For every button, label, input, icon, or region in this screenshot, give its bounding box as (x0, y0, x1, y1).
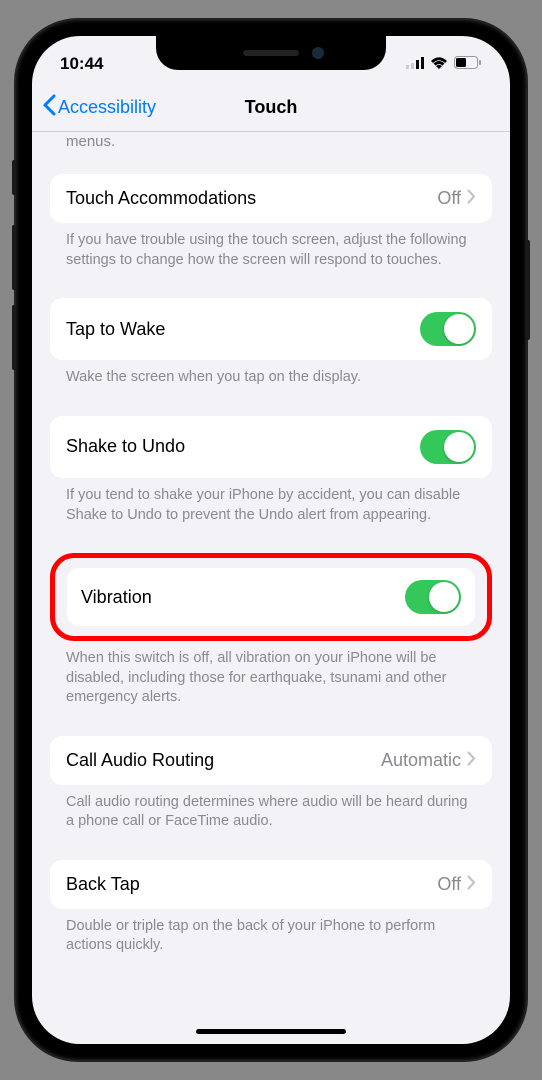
section-footer: Double or triple tap on the back of your… (50, 909, 492, 956)
shake-to-undo-row[interactable]: Shake to Undo (50, 416, 492, 478)
back-tap-row[interactable]: Back Tap Off (50, 860, 492, 909)
row-value: Off (437, 188, 461, 209)
phone-frame: 10:44 Accessibility Touch (16, 20, 526, 1060)
home-indicator[interactable] (196, 1029, 346, 1034)
shake-to-undo-toggle[interactable] (420, 430, 476, 464)
row-label: Shake to Undo (66, 436, 185, 457)
row-label: Call Audio Routing (66, 750, 214, 771)
row-label: Tap to Wake (66, 319, 165, 340)
truncated-footer: menus. (50, 132, 492, 158)
section-footer: Wake the screen when you tap on the disp… (50, 360, 492, 388)
front-camera (312, 47, 324, 59)
speaker (243, 50, 299, 56)
row-value: Off (437, 874, 461, 895)
status-time: 10:44 (60, 54, 103, 74)
row-value: Automatic (381, 750, 461, 771)
tap-to-wake-toggle[interactable] (420, 312, 476, 346)
section-footer: If you tend to shake your iPhone by acci… (50, 478, 492, 525)
chevron-right-icon (467, 750, 476, 771)
page-title: Touch (245, 97, 298, 118)
row-label: Vibration (81, 587, 152, 608)
notch (156, 36, 386, 70)
side-button (526, 240, 530, 340)
chevron-right-icon (467, 874, 476, 895)
section-footer: When this switch is off, all vibration o… (50, 641, 492, 708)
nav-bar: Accessibility Touch (32, 84, 510, 132)
battery-icon (454, 54, 482, 74)
section-footer: Call audio routing determines where audi… (50, 785, 492, 832)
chevron-right-icon (467, 188, 476, 209)
cellular-icon (406, 54, 424, 74)
vibration-toggle[interactable] (405, 580, 461, 614)
tap-to-wake-row[interactable]: Tap to Wake (50, 298, 492, 360)
screen: 10:44 Accessibility Touch (32, 36, 510, 1044)
volume-down-button (12, 305, 16, 370)
wifi-icon (430, 54, 448, 74)
volume-up-button (12, 225, 16, 290)
chevron-left-icon (42, 94, 56, 121)
back-label: Accessibility (58, 97, 156, 118)
row-label: Back Tap (66, 874, 140, 895)
section-footer: If you have trouble using the touch scre… (50, 223, 492, 270)
row-label: Touch Accommodations (66, 188, 256, 209)
back-button[interactable]: Accessibility (42, 94, 156, 121)
highlight-annotation: Vibration (50, 553, 492, 641)
content-area[interactable]: menus. Touch Accommodations Off If you h… (32, 132, 510, 1044)
touch-accommodations-row[interactable]: Touch Accommodations Off (50, 174, 492, 223)
vibration-row[interactable]: Vibration (67, 568, 475, 626)
call-audio-routing-row[interactable]: Call Audio Routing Automatic (50, 736, 492, 785)
silence-switch (12, 160, 16, 195)
